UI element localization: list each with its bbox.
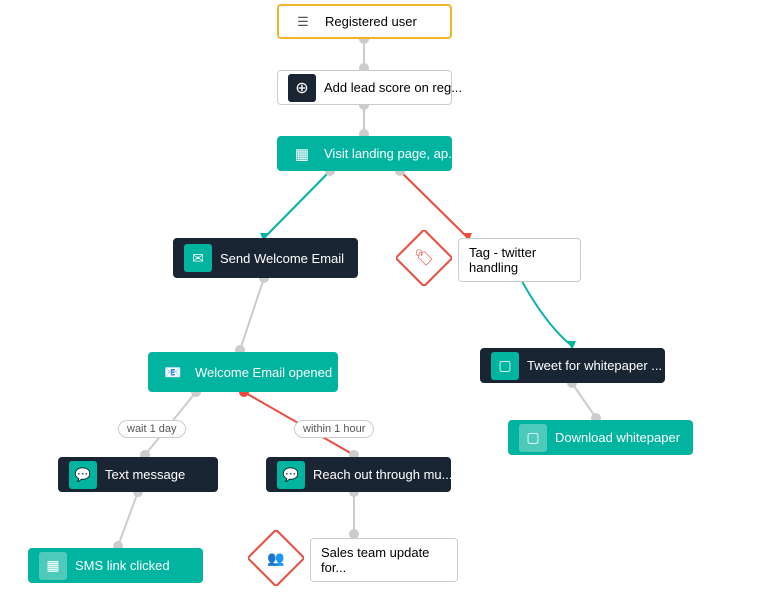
badge-wait-1-day: wait 1 day — [118, 420, 186, 438]
node-label: Registered user — [325, 14, 417, 29]
sms-icon: ▦ — [39, 552, 67, 580]
square-icon: ▢ — [491, 352, 519, 380]
node-sales-team[interactable]: 👥 Sales team update for... — [248, 530, 458, 586]
chat-multi-icon: 💬 — [277, 461, 305, 489]
people-icon: 👥 — [267, 550, 284, 567]
node-download-whitepaper[interactable]: ▢ Download whitepaper — [508, 420, 693, 455]
node-label: Visit landing page, ap... — [324, 146, 459, 161]
node-welcome-opened[interactable]: 📧 Welcome Email opened — [148, 352, 338, 392]
node-send-welcome[interactable]: ✉ Send Welcome Email — [173, 238, 358, 278]
node-label: Tweet for whitepaper ... — [527, 358, 662, 373]
badge-within-1-hour: within 1 hour — [294, 420, 374, 438]
download-icon: ▢ — [519, 424, 547, 452]
envelope-icon: ✉ — [184, 244, 212, 272]
node-registered-user[interactable]: ☰ Registered user — [277, 4, 452, 39]
node-text-message[interactable]: 💬 Text message — [58, 457, 218, 492]
node-label: Tag - twitter handling — [469, 245, 570, 275]
node-tweet-whitepaper[interactable]: ▢ Tweet for whitepaper ... — [480, 348, 665, 383]
tag-icon: 🏷 — [414, 248, 434, 268]
node-label: Welcome Email opened — [195, 365, 332, 380]
node-label: Add lead score on reg... — [324, 80, 462, 95]
chat-icon: 💬 — [69, 461, 97, 489]
node-label: SMS link clicked — [75, 558, 170, 573]
node-label: Sales team update for... — [321, 545, 447, 575]
node-visit-landing[interactable]: ▦ Visit landing page, ap... — [277, 136, 452, 171]
envelope-open-icon: 📧 — [159, 358, 187, 386]
node-tag-twitter[interactable]: 🏷 Tag - twitter handling — [396, 230, 581, 286]
node-sms-link[interactable]: ▦ SMS link clicked — [28, 548, 203, 583]
node-label: Text message — [105, 467, 185, 482]
node-add-lead-score[interactable]: ⊕ Add lead score on reg... — [277, 70, 452, 105]
plus-circle-icon: ⊕ — [288, 74, 316, 102]
node-label: Reach out through mu... — [313, 467, 452, 482]
node-reach-out[interactable]: 💬 Reach out through mu... — [266, 457, 451, 492]
list-icon: ☰ — [289, 8, 317, 36]
grid-icon: ▦ — [288, 140, 316, 168]
node-label: Send Welcome Email — [220, 251, 344, 266]
node-label: Download whitepaper — [555, 430, 680, 445]
workflow-canvas: ☰ Registered user ⊕ Add lead score on re… — [0, 0, 757, 603]
